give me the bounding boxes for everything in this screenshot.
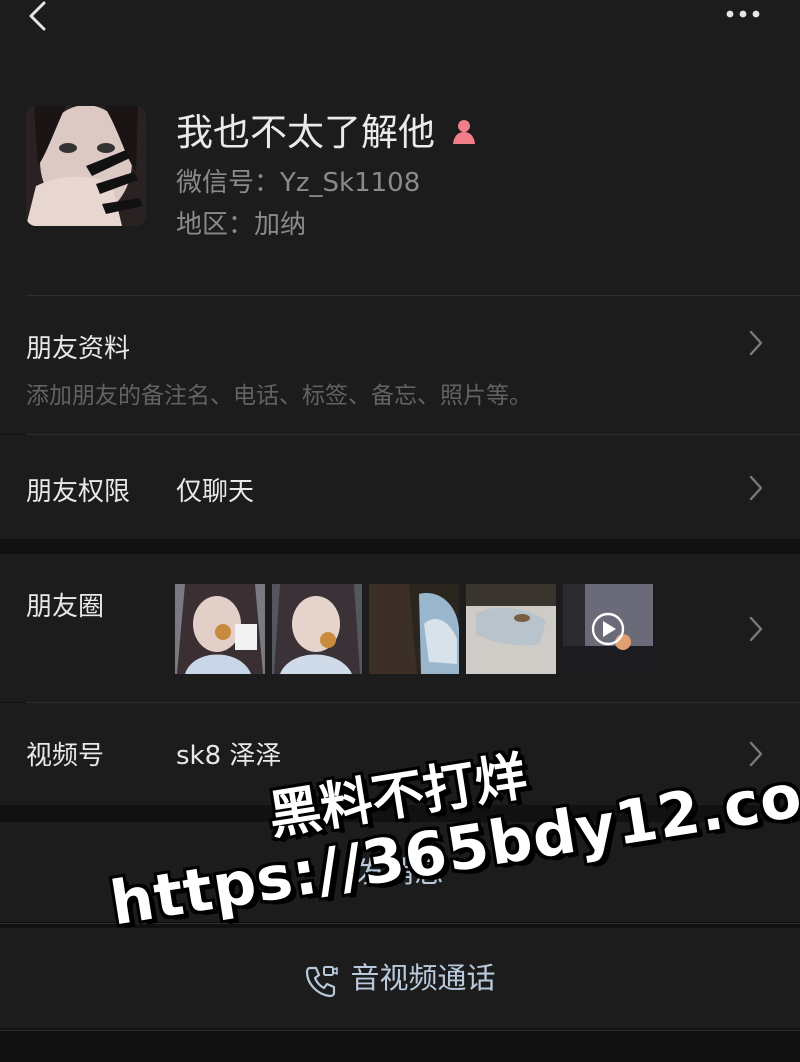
video-call-label: 音视频通话 (350, 961, 496, 995)
send-message-label: 发消息 (356, 855, 444, 889)
chevron-left-icon[interactable] (26, 0, 56, 36)
friend-info-subtitle: 添加朋友的备注名、电话、标签、备忘、照片等。 (26, 383, 532, 409)
divider (0, 923, 800, 924)
wechat-id: 微信号：Yz_Sk1108 (176, 168, 421, 198)
phone-video-icon (306, 965, 339, 997)
chevron-right-icon (749, 330, 763, 356)
moments-thumbnail[interactable] (175, 584, 265, 674)
permissions-title: 朋友权限 (26, 477, 131, 507)
female-icon (453, 119, 475, 144)
chevron-right-icon (749, 741, 763, 767)
profile-name: 我也不太了解他 (176, 102, 479, 156)
friend-info-row[interactable]: 朋友资料 添加朋友的备注名、电话、标签、备忘、照片等。 (0, 296, 800, 434)
profile-name-text: 我也不太了解他 (176, 111, 435, 154)
more-dots-icon[interactable] (724, 4, 764, 24)
chevron-right-icon (749, 616, 763, 642)
profile-header: 我也不太了解他 微信号：Yz_Sk1108 地区：加纳 (0, 50, 800, 296)
moments-thumbnail[interactable] (272, 584, 362, 674)
moments-video-thumbnail[interactable] (563, 584, 653, 674)
moments-thumbnails[interactable] (175, 584, 653, 674)
friend-info-title: 朋友资料 (26, 334, 131, 364)
moments-thumbnail[interactable] (466, 584, 556, 674)
channels-value: sk8 泽泽 (176, 741, 282, 771)
channels-row[interactable]: 视频号 sk8 泽泽 (0, 703, 800, 805)
moments-row[interactable]: 朋友圈 (0, 554, 800, 702)
moments-title: 朋友圈 (26, 592, 105, 622)
permissions-row[interactable]: 朋友权限 仅聊天 (0, 435, 800, 539)
avatar[interactable] (26, 106, 146, 226)
top-bar (0, 0, 800, 50)
moments-thumbnail[interactable] (369, 584, 459, 674)
send-message-button[interactable]: 发消息 (0, 822, 800, 922)
chevron-right-icon (749, 475, 763, 501)
channels-title: 视频号 (26, 741, 105, 771)
video-call-button[interactable]: 音视频通话 (0, 928, 800, 1028)
permissions-value: 仅聊天 (176, 477, 255, 507)
region: 地区：加纳 (176, 210, 307, 240)
divider (0, 1030, 800, 1031)
